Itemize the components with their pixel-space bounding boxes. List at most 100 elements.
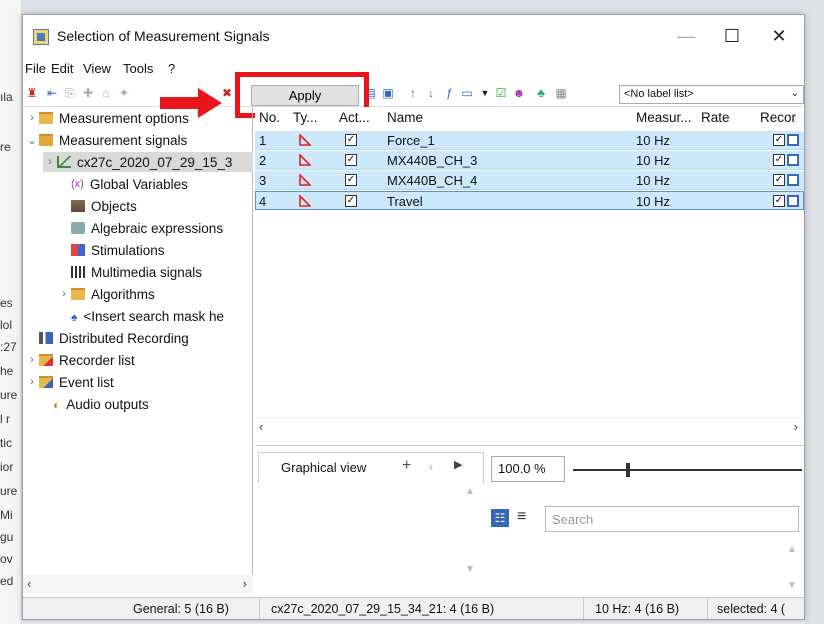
tool-icon[interactable]: ✚ [81,86,95,100]
minimize-button[interactable]: — [663,21,709,51]
zoom-slider-thumb[interactable] [626,463,630,477]
col-record[interactable]: Recor [760,110,796,125]
save-icon[interactable] [787,174,799,186]
tree-label: Global Variables [89,176,188,192]
chevron-left-icon[interactable]: ‹ [429,459,433,474]
checkbox-icon[interactable]: ☑ [494,86,508,100]
chevron-right-icon[interactable]: › [25,354,39,366]
table-row[interactable]: 4 ✓ Travel 10 Hz ✓ [255,191,804,210]
record-checkbox[interactable]: ✓ [773,174,785,186]
title-bar[interactable]: Selection of Measurement Signals — ☐ ✕ [23,15,804,59]
arrow-down-icon[interactable]: ↓ [424,86,438,100]
close-button[interactable]: ✕ [756,21,802,51]
chevron-right-icon[interactable]: › [243,576,247,591]
arrow-up-icon[interactable]: ↑ [406,86,420,100]
bg-text: gu [0,530,14,544]
scroll-up-icon[interactable]: ▲ [465,486,475,497]
tree-item-event-list[interactable]: › Event list [25,372,114,392]
record-checkbox[interactable]: ✓ [773,195,785,207]
list-view-icon[interactable]: ☷ [491,509,509,527]
col-measure[interactable]: Measur... [636,110,692,125]
table-row[interactable]: 2 ✓ MX440B_CH_3 10 Hz ✓ [255,151,804,170]
zoom-slider[interactable] [573,469,802,471]
menu-tools[interactable]: Tools [123,61,153,76]
table-row[interactable]: 3 ✓ MX440B_CH_4 10 Hz ✓ [255,171,804,190]
bg-text: es [0,296,13,310]
save-icon[interactable]: ▭ [460,86,474,100]
tree-item-multimedia-signals[interactable]: Multimedia signals [71,262,202,282]
hierarchy-icon[interactable]: ♣ [534,86,548,100]
col-type[interactable]: Ty... [293,110,318,125]
col-rate[interactable]: Rate [701,110,730,125]
status-bar: General: 5 (16 B) cx27c_2020_07_29_15_34… [23,597,804,619]
tag-icon[interactable]: ⌂ [99,86,113,100]
tab-graphical-view[interactable]: Graphical view [281,460,366,475]
maximize-button[interactable]: ☐ [709,21,755,51]
wand-icon[interactable]: ✦ [117,86,131,100]
dropdown-icon[interactable]: ▼ [478,86,492,100]
tree-item-recorder-list[interactable]: › Recorder list [25,350,135,370]
tree-item-search-mask[interactable]: ♠ <Insert search mask he [71,306,224,326]
save-icon[interactable] [787,154,799,166]
chevron-down-icon[interactable]: ⌄ [25,134,39,147]
record-checkbox[interactable]: ✓ [773,154,785,166]
col-name[interactable]: Name [387,110,423,125]
scroll-up-icon[interactable]: ▲ [787,544,797,555]
pin-icon[interactable]: ♜ [25,86,39,100]
menu-lines-icon[interactable]: ≡ [517,508,526,526]
active-checkbox[interactable]: ✓ [345,195,357,207]
copy-icon[interactable]: ⎘ [63,86,77,100]
preview-pane: Graphical view + ‹ ▶ 100.0 % ▲ ▼ ☷ ≡ Sea… [255,445,804,595]
zoom-input[interactable]: 100.0 % [491,456,565,482]
active-checkbox[interactable]: ✓ [345,154,357,166]
col-no[interactable]: No. [259,110,280,125]
image-icon[interactable]: ▣ [381,86,395,100]
active-checkbox[interactable]: ✓ [345,134,357,146]
record-checkbox[interactable]: ✓ [773,134,785,146]
col-active[interactable]: Act... [339,110,370,125]
scroll-down-icon[interactable]: ▼ [787,580,797,591]
save-icon[interactable] [787,134,799,146]
chevron-right-icon[interactable]: › [794,419,798,434]
play-icon[interactable]: ▶ [454,458,462,471]
grid-horizontal-scrollbar[interactable]: ‹ › [255,417,804,435]
chevron-left-icon[interactable]: ‹ [27,576,31,591]
bg-text: ed [0,574,14,588]
tree-item-algorithms[interactable]: › Algorithms [57,284,155,304]
tree-horizontal-scrollbar[interactable]: ‹ › [23,575,253,593]
tree-item-stimulations[interactable]: Stimulations [71,240,165,260]
tree-item-objects[interactable]: Objects [71,196,137,216]
add-tab-button[interactable]: + [402,457,411,475]
save-icon[interactable] [787,195,799,207]
import-icon[interactable]: ⇤ [45,86,59,100]
scroll-down-icon[interactable]: ▼ [465,564,475,575]
chevron-left-icon[interactable]: ‹ [259,419,263,434]
tree-item-distributed-recording[interactable]: Distributed Recording [39,328,189,348]
table-row[interactable]: 1 ✓ Force_1 10 Hz ✓ [255,131,804,150]
chevron-right-icon[interactable]: › [25,376,39,388]
tree-item-measurement-options[interactable]: › Measurement options [25,108,189,128]
bg-text: ior [0,460,14,474]
formula-icon[interactable]: ƒ [442,86,456,100]
tree-item-measurement-signals[interactable]: ⌄ Measurement signals [25,130,187,150]
user-icon[interactable]: ☻ [512,86,526,100]
chevron-down-icon: ⌄ [790,88,799,99]
tree-item-global-variables[interactable]: (x) Global Variables [71,174,188,194]
search-input[interactable]: Search [545,506,799,532]
tree-item-source-file[interactable]: › cx27c_2020_07_29_15_3 [43,152,253,172]
chevron-right-icon[interactable]: › [43,156,57,168]
menu-view[interactable]: View [83,61,111,76]
table-icon[interactable]: ▦ [554,86,568,100]
menu-edit[interactable]: Edit [51,61,73,76]
menu-file[interactable]: File [25,61,46,76]
active-checkbox[interactable]: ✓ [345,174,357,186]
delete-icon[interactable]: ✖ [220,86,234,100]
menu-help[interactable]: ? [168,61,175,76]
tree-item-algebraic-expressions[interactable]: Algebraic expressions [71,218,223,238]
variable-icon: (x) [71,178,84,190]
tree-label: Objects [91,198,137,214]
label-list-combo[interactable]: <No label list> ⌄ [619,85,804,104]
chevron-right-icon[interactable]: › [57,288,71,300]
chevron-right-icon[interactable]: › [25,112,39,124]
tree-item-audio-outputs[interactable]: ◐ Audio outputs [53,394,149,414]
